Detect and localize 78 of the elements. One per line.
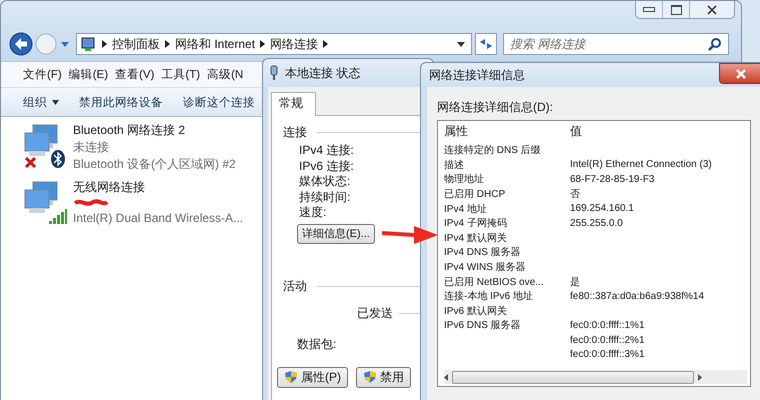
property-cell: IPv4 默认网关: [444, 232, 507, 244]
column-header[interactable]: 属性: [444, 122, 570, 140]
connection-name: Bluetooth 网络连接 2: [73, 123, 186, 138]
field-label: 速度:: [299, 205, 328, 220]
details-button[interactable]: 详细信息(E)...: [297, 224, 375, 244]
property-cell: IPv6 默认网关: [444, 306, 507, 317]
network-computers-icon[interactable]: [23, 123, 67, 169]
horizontal-scrollbar[interactable]: [444, 370, 747, 384]
close-button[interactable]: [719, 63, 760, 84]
window-title: 本地连接 状态: [285, 64, 360, 82]
tab[interactable]: 常规: [271, 92, 316, 116]
property-cell: 已启用 NetBIOS ove...: [444, 276, 544, 288]
value-cell: Intel(R) Ethernet Connection (3): [570, 159, 712, 170]
address-bar[interactable]: 控制面板 网络和 Internet 网络连接: [76, 33, 472, 55]
property-cell: 已启用 DHCP: [444, 189, 506, 200]
connection-status: 未连接: [73, 140, 110, 155]
value-cell: fec0:0:0:ffff::1%1: [570, 320, 645, 331]
column-header[interactable]: 值: [570, 122, 582, 140]
refresh-icon[interactable]: [479, 38, 493, 50]
breadcrumb-item[interactable]: 网络和 Internet: [175, 36, 256, 52]
network-folder-icon: [81, 36, 97, 52]
breadcrumb-item[interactable]: 控制面板: [112, 36, 160, 52]
refresh-button[interactable]: [475, 33, 497, 55]
value-cell: 否: [570, 189, 580, 200]
value-cell: 68-F7-28-85-19-F3: [570, 174, 654, 185]
property-cell: 连接-本地 IPv6 地址: [444, 291, 533, 302]
field-label: 媒体状态:: [299, 174, 352, 190]
details-list[interactable]: [437, 120, 751, 387]
menu-item[interactable]: 查看(V): [115, 67, 154, 82]
property-cell: 连接特定的 DNS 后缀: [444, 145, 541, 156]
sent-label: 已发送: [357, 304, 393, 322]
window-title: 网络连接详细信息: [429, 66, 525, 84]
chevron-icon[interactable]: [260, 40, 266, 48]
chevron-icon[interactable]: [323, 40, 328, 48]
property-cell: IPv4 子网掩码: [444, 218, 507, 230]
menu-item[interactable]: 高级(N: [207, 67, 244, 82]
breadcrumb-item[interactable]: 网络连接: [270, 36, 318, 52]
property-cell: IPv6 DNS 服务器: [444, 320, 521, 332]
field-label: 持续时间:: [299, 190, 352, 205]
field-label: IPv6 连接:: [299, 158, 355, 174]
close-icon[interactable]: [707, 4, 717, 14]
search-icon[interactable]: [708, 37, 722, 51]
dropdown-icon[interactable]: [457, 40, 465, 48]
caret-icon[interactable]: [52, 100, 59, 104]
dialog-button[interactable]: 禁用: [356, 366, 411, 388]
scroll-right-icon[interactable]: [698, 374, 702, 380]
menu-item[interactable]: 工具(T): [161, 67, 200, 82]
property-cell: IPv4 地址: [444, 204, 487, 215]
value-cell: 255.255.0.0: [570, 218, 623, 229]
toolbar-button[interactable]: 组织: [23, 94, 59, 110]
value-cell: fec0:0:0:ffff::2%1: [570, 334, 645, 346]
back-icon[interactable]: [9, 31, 33, 57]
value-cell: fec0:0:0:ffff::3%1: [570, 349, 645, 360]
value-cell: 169.254.160.1: [570, 203, 634, 214]
plug-icon: [269, 65, 279, 81]
device-name: Intel(R) Dual Band Wireless-A...: [73, 211, 244, 226]
search-field[interactable]: 搜索 网络连接: [503, 33, 729, 55]
packets-label: 数据包:: [297, 336, 338, 352]
chevron-icon[interactable]: [102, 40, 107, 48]
property-cell: IPv4 DNS 服务器: [444, 247, 521, 258]
property-cell: 物理地址: [444, 174, 484, 186]
section-heading: 连接: [283, 124, 307, 141]
property-cell: 描述: [444, 160, 464, 171]
device-name: Bluetooth 设备(个人区域网) #2: [73, 157, 236, 172]
menu-item[interactable]: 编辑(E): [68, 67, 108, 82]
section-heading: 活动: [283, 278, 307, 294]
toolbar-button[interactable]: 诊断这个连接: [183, 94, 255, 110]
field-label: IPv4 连接:: [299, 143, 355, 158]
connection-name: 无线网络连接: [73, 180, 146, 195]
scroll-left-icon[interactable]: [444, 374, 448, 380]
dialog-button[interactable]: 属性(P): [277, 366, 348, 388]
toolbar-button[interactable]: 禁用此网络设备: [79, 94, 163, 110]
chevron-icon[interactable]: [165, 40, 170, 48]
list-label: 网络连接详细信息(D):: [437, 99, 554, 116]
value-cell: 是: [570, 276, 580, 288]
value-cell: fe80::387a:d0a:b6a9:938f%14: [570, 290, 704, 302]
property-cell: IPv4 WINS 服务器: [444, 262, 526, 274]
menu-item[interactable]: 文件(F): [23, 67, 62, 82]
